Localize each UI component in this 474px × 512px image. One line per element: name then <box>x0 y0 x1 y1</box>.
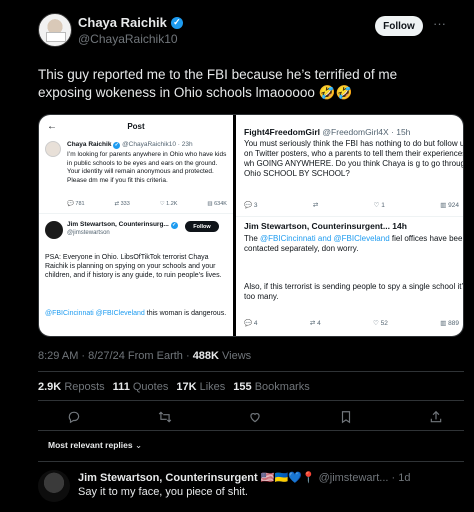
screenshot-r-post2-body2: Also, if this terrorist is sending peopl… <box>244 282 464 301</box>
screenshot-r-post1-stats: 💬 3 ⇄ ♡ 1 ▥ 924 <box>244 201 459 209</box>
reply-avatar[interactable] <box>38 470 70 502</box>
divider <box>39 213 233 214</box>
screenshot-post1-name: Chaya Raichik <box>67 141 112 148</box>
screenshot-post2-body: PSA: Everyone in Ohio. LibsOfTikTok terr… <box>45 254 222 279</box>
reply-count: 💬 3 <box>244 202 258 209</box>
like-count: ♡ 52 <box>373 320 388 327</box>
bookmarks-stat[interactable]: 155 Bookmarks <box>233 381 309 393</box>
screenshot-post2-name: Jim Stewartson, Counterinsurg... ✓ <box>67 221 178 229</box>
like-count: ♡ 1.2K <box>159 201 178 207</box>
reply-author-name[interactable]: Jim Stewartson, Counterinsurgent 🇺🇸🇺🇦💙📍 <box>78 472 316 484</box>
screenshot-avatar-2 <box>45 221 63 239</box>
reply-sort-label: Most relevant replies <box>48 440 133 450</box>
screenshot-r-post2-stats: 💬 4 ⇄ 4 ♡ 52 ▥ 889 <box>244 319 459 327</box>
divider <box>38 430 464 431</box>
view-count: ▥ 634K <box>207 201 227 207</box>
screenshot-post1-stats: 💬 781 ⇄ 333 ♡ 1.2K ▥ 634K <box>67 201 227 207</box>
verified-badge-icon: ✓ <box>170 16 183 29</box>
author-name[interactable]: Chaya Raichik <box>78 15 167 30</box>
engagement-stats: 2.9K Reposts 111 Quotes 17K Likes 155 Bo… <box>38 381 310 393</box>
media-screenshot-right: Fight4FreedomGirl @FreedomGirl4X · 15h Y… <box>236 115 464 336</box>
reply-header: Jim Stewartson, Counterinsurgent 🇺🇸🇺🇦💙📍 … <box>78 471 410 484</box>
view-count: ▥ 924 <box>440 202 459 209</box>
screenshot-post1-header: Chaya Raichik ✓ @ChayaRaichik10 · 23h <box>67 141 193 149</box>
media-screenshot-left: ← Post Chaya Raichik ✓ @ChayaRaichik10 ·… <box>39 115 233 336</box>
screenshot-r-post2-body: The @FBICincinnati and @FBICleveland fie… <box>244 234 464 253</box>
screenshot-follow-button: Follow <box>185 221 219 232</box>
view-count: ▥ 889 <box>440 320 459 327</box>
author-avatar[interactable] <box>38 13 72 47</box>
screenshot-r-post1-header: Fight4FreedomGirl @FreedomGirl4X · 15h <box>244 127 411 137</box>
screenshot-post2-mentions: @FBICincinnati @FBICleveland this woman … <box>45 310 227 317</box>
follow-button[interactable]: Follow <box>375 16 423 36</box>
bookmark-icon[interactable] <box>337 408 355 426</box>
divider <box>38 461 464 462</box>
tweet-timestamp[interactable]: 8:29 AM · 8/27/24 From Earth · <box>38 350 193 362</box>
tweet-media[interactable]: ← Post Chaya Raichik ✓ @ChayaRaichik10 ·… <box>38 114 464 337</box>
reply-author-handle[interactable]: @jimstewart... · 1d <box>316 472 411 484</box>
quotes-stat[interactable]: 111 Quotes <box>113 381 169 393</box>
like-count: ♡ 1 <box>373 202 385 209</box>
screenshot-title: Post <box>127 122 145 131</box>
views-count: 488K <box>192 350 219 362</box>
tweet-text: This guy reported me to the FBI because … <box>38 67 398 100</box>
reply-count: 💬 4 <box>244 320 258 327</box>
repost-count: ⇄ 333 <box>114 201 130 207</box>
repost-count: ⇄ <box>312 202 319 209</box>
author-name-row: Chaya Raichik ✓ <box>78 15 183 30</box>
avatar-sign <box>46 32 66 42</box>
likes-stat[interactable]: 17K Likes <box>176 381 225 393</box>
reposts-stat[interactable]: 2.9K Reposts <box>38 381 105 393</box>
author-handle[interactable]: @ChayaRaichik10 <box>78 32 178 46</box>
divider <box>38 371 464 372</box>
more-options-icon[interactable]: ··· <box>433 16 446 31</box>
like-icon[interactable] <box>246 408 264 426</box>
screenshot-post2-handle: @jimstewartson <box>67 230 110 236</box>
reply-text: Say it to my face, you piece of shit. <box>78 486 248 498</box>
tweet-meta: 8:29 AM · 8/27/24 From Earth · 488K View… <box>38 350 251 362</box>
chevron-down-icon: ⌄ <box>134 440 143 450</box>
share-icon[interactable] <box>427 408 445 426</box>
screenshot-post1-body: I’m looking for parents anywhere in Ohio… <box>67 151 227 184</box>
divider <box>38 400 464 401</box>
reply-sort-dropdown[interactable]: Most relevant replies ⌄ <box>48 440 142 451</box>
verified-badge-icon: ✓ <box>113 141 121 149</box>
screenshot-post1-meta: @ChayaRaichik10 · 23h <box>122 141 193 148</box>
screenshot-r-post2-name: Jim Stewartson, Counterinsurgent... 14h <box>244 221 407 231</box>
repost-icon[interactable] <box>156 408 174 426</box>
screenshot-r-post1-body: You must seriously think the FBI has not… <box>244 139 464 178</box>
reply-count: 💬 781 <box>67 201 85 207</box>
views-label: Views <box>218 350 252 362</box>
verified-badge-icon: ✓ <box>170 221 178 229</box>
reply-icon[interactable] <box>65 408 83 426</box>
screenshot-avatar <box>45 141 61 157</box>
repost-count: ⇄ 4 <box>309 320 321 327</box>
divider <box>236 216 463 217</box>
action-bar <box>65 408 445 426</box>
tweet-header: Chaya Raichik ✓ @ChayaRaichik10 Follow ·… <box>38 13 446 53</box>
